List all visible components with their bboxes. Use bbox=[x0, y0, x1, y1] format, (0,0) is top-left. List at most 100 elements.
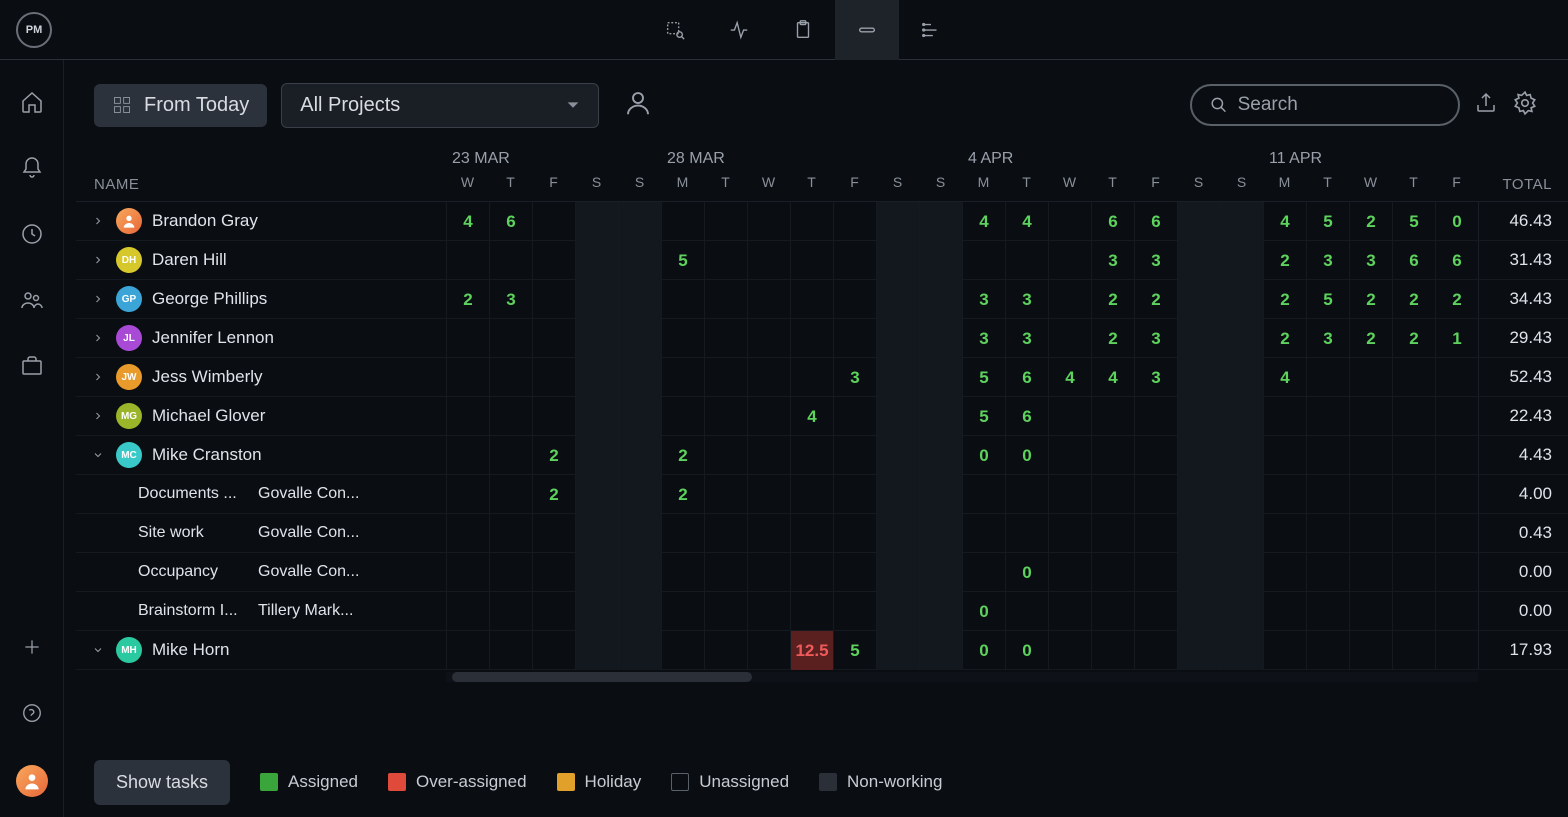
workload-cell[interactable] bbox=[446, 475, 489, 514]
workload-cell[interactable] bbox=[962, 553, 1005, 592]
workload-cell[interactable] bbox=[1134, 397, 1177, 436]
workload-cell[interactable] bbox=[661, 553, 704, 592]
sidebar-user-avatar[interactable] bbox=[16, 765, 48, 797]
workload-cell[interactable] bbox=[618, 436, 661, 475]
workload-cell[interactable] bbox=[1435, 358, 1478, 397]
sidebar-recent[interactable] bbox=[18, 220, 46, 248]
share-button[interactable] bbox=[1474, 91, 1498, 120]
workload-cell[interactable] bbox=[919, 280, 962, 319]
workload-cell[interactable] bbox=[1263, 514, 1306, 553]
workload-cell[interactable] bbox=[876, 514, 919, 553]
workload-cell[interactable]: 2 bbox=[1435, 280, 1478, 319]
workload-cell[interactable] bbox=[1177, 358, 1220, 397]
workload-cell[interactable]: 0 bbox=[1435, 202, 1478, 241]
workload-cell[interactable] bbox=[446, 436, 489, 475]
workload-cell[interactable]: 6 bbox=[1435, 241, 1478, 280]
workload-cell[interactable] bbox=[704, 592, 747, 631]
workload-cell[interactable] bbox=[876, 358, 919, 397]
workload-cell[interactable]: 3 bbox=[1306, 241, 1349, 280]
workload-cell[interactable] bbox=[833, 514, 876, 553]
workload-cell[interactable] bbox=[833, 241, 876, 280]
workload-cell[interactable] bbox=[1349, 592, 1392, 631]
workload-cell[interactable]: 3 bbox=[1134, 358, 1177, 397]
workload-cell[interactable] bbox=[489, 358, 532, 397]
workload-cell[interactable]: 6 bbox=[1134, 202, 1177, 241]
workload-cell[interactable] bbox=[1349, 553, 1392, 592]
workload-cell[interactable] bbox=[962, 241, 1005, 280]
workload-cell[interactable] bbox=[1048, 241, 1091, 280]
workload-cell[interactable] bbox=[790, 202, 833, 241]
workload-cell[interactable] bbox=[1091, 436, 1134, 475]
view-tab-clipboard[interactable] bbox=[771, 0, 835, 60]
workload-cell[interactable] bbox=[704, 397, 747, 436]
workload-cell[interactable] bbox=[1134, 631, 1177, 670]
workload-cell[interactable] bbox=[1435, 553, 1478, 592]
workload-cell[interactable] bbox=[489, 553, 532, 592]
workload-cell[interactable]: 3 bbox=[962, 280, 1005, 319]
workload-cell[interactable] bbox=[1220, 592, 1263, 631]
workload-cell[interactable] bbox=[1134, 475, 1177, 514]
workload-cell[interactable] bbox=[1005, 592, 1048, 631]
workload-cell[interactable] bbox=[1349, 514, 1392, 553]
workload-cell[interactable]: 5 bbox=[962, 397, 1005, 436]
workload-cell[interactable] bbox=[489, 436, 532, 475]
workload-cell[interactable] bbox=[1048, 553, 1091, 592]
workload-cell[interactable]: 4 bbox=[1263, 358, 1306, 397]
workload-cell[interactable]: 0 bbox=[1005, 436, 1048, 475]
workload-cell[interactable] bbox=[532, 592, 575, 631]
workload-cell[interactable] bbox=[790, 553, 833, 592]
workload-cell[interactable] bbox=[1220, 514, 1263, 553]
workload-cell[interactable] bbox=[661, 280, 704, 319]
show-tasks-button[interactable]: Show tasks bbox=[94, 760, 230, 805]
workload-cell[interactable] bbox=[833, 436, 876, 475]
workload-cell[interactable]: 2 bbox=[1091, 319, 1134, 358]
project-selector[interactable]: All Projects bbox=[281, 83, 599, 128]
workload-cell[interactable] bbox=[618, 553, 661, 592]
workload-cell[interactable] bbox=[1005, 241, 1048, 280]
workload-cell[interactable] bbox=[1091, 631, 1134, 670]
workload-cell[interactable]: 5 bbox=[1306, 202, 1349, 241]
workload-cell[interactable] bbox=[1220, 436, 1263, 475]
sidebar-home[interactable] bbox=[18, 88, 46, 116]
person-row[interactable]: JWJess Wimberly bbox=[76, 358, 446, 396]
workload-cell[interactable] bbox=[833, 553, 876, 592]
workload-cell[interactable] bbox=[747, 319, 790, 358]
workload-cell[interactable] bbox=[704, 436, 747, 475]
workload-cell[interactable] bbox=[876, 280, 919, 319]
workload-cell[interactable] bbox=[1005, 475, 1048, 514]
workload-cell[interactable] bbox=[532, 553, 575, 592]
workload-cell[interactable] bbox=[618, 280, 661, 319]
workload-cell[interactable]: 5 bbox=[833, 631, 876, 670]
workload-cell[interactable] bbox=[919, 475, 962, 514]
workload-cell[interactable] bbox=[1091, 514, 1134, 553]
workload-cell[interactable] bbox=[1306, 436, 1349, 475]
workload-cell[interactable] bbox=[1177, 592, 1220, 631]
workload-cell[interactable]: 6 bbox=[1005, 358, 1048, 397]
workload-cell[interactable] bbox=[575, 319, 618, 358]
workload-cell[interactable] bbox=[876, 202, 919, 241]
workload-cell[interactable] bbox=[575, 202, 618, 241]
search-input[interactable] bbox=[1238, 94, 1440, 116]
workload-cell[interactable] bbox=[1177, 514, 1220, 553]
workload-cell[interactable] bbox=[1091, 553, 1134, 592]
workload-cell[interactable] bbox=[1091, 592, 1134, 631]
workload-cell[interactable] bbox=[1435, 475, 1478, 514]
workload-cell[interactable] bbox=[661, 514, 704, 553]
workload-cell[interactable] bbox=[919, 436, 962, 475]
workload-cell[interactable]: 2 bbox=[1392, 280, 1435, 319]
workload-cell[interactable]: 4 bbox=[790, 397, 833, 436]
workload-cell[interactable] bbox=[790, 241, 833, 280]
view-tab-gantt[interactable] bbox=[899, 0, 963, 60]
workload-cell[interactable] bbox=[790, 514, 833, 553]
workload-cell[interactable] bbox=[575, 358, 618, 397]
workload-cell[interactable] bbox=[1349, 631, 1392, 670]
workload-cell[interactable]: 3 bbox=[1134, 241, 1177, 280]
workload-cell[interactable]: 3 bbox=[489, 280, 532, 319]
workload-cell[interactable] bbox=[1349, 475, 1392, 514]
workload-cell[interactable]: 12.5 bbox=[790, 631, 833, 670]
task-row[interactable]: Site workGovalle Con... bbox=[76, 514, 446, 552]
workload-cell[interactable] bbox=[876, 475, 919, 514]
workload-cell[interactable] bbox=[1349, 358, 1392, 397]
workload-cell[interactable] bbox=[790, 592, 833, 631]
workload-cell[interactable] bbox=[575, 475, 618, 514]
